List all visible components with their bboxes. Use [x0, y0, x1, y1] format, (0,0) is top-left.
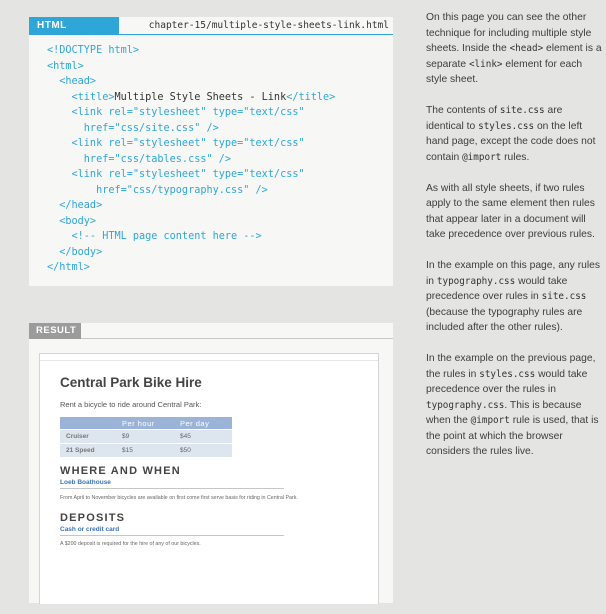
code-line: href="css/tables.css" /> — [47, 153, 232, 165]
page-title: Central Park Bike Hire — [60, 375, 202, 390]
table-row: 21 Speed $15 $50 — [60, 443, 232, 457]
code-line: </body> — [47, 246, 103, 258]
result-panel: RESULT Central Park Bike Hire Rent a bic… — [29, 323, 393, 604]
notes-paragraph: In the example on this page, any rules i… — [426, 260, 601, 333]
code-filename: chapter-15/multiple-style-sheets-link.ht… — [148, 20, 389, 31]
preview-top-rule — [40, 360, 378, 361]
code-listing: <!DOCTYPE html> <html> <head> <title>Mul… — [47, 43, 335, 276]
code-line: <link rel="stylesheet" type="text/css" — [47, 107, 305, 118]
code-panel-header: HTML chapter-15/multiple-style-sheets-li… — [29, 17, 393, 35]
code-line: </head> — [47, 200, 103, 211]
code-line: <body> — [47, 215, 97, 227]
code-line: <title>Multiple Style Sheets - Link</tit… — [47, 91, 336, 103]
code-example-panel: HTML chapter-15/multiple-style-sheets-li… — [29, 17, 393, 286]
rendered-page-preview: Central Park Bike Hire Rent a bicycle to… — [39, 353, 379, 604]
explanatory-notes: On this page you can see the other techn… — [426, 10, 602, 475]
section-text: A $200 deposit is required for the hire … — [60, 541, 201, 547]
pricing-table: Per hour Per day Cruiser $9 $45 21 Speed… — [60, 417, 232, 457]
table-cell: $9 — [116, 429, 174, 444]
table-cell: Cruiser — [60, 429, 116, 444]
code-line: <link rel="stylesheet" type="text/css" — [47, 138, 305, 149]
page-intro: Rent a bicycle to ride around Central Pa… — [60, 400, 202, 409]
table-cell: 21 Speed — [60, 443, 116, 457]
table-header-row: Per hour Per day — [60, 417, 232, 430]
notes-paragraph: On this page you can see the other techn… — [426, 12, 602, 85]
code-line: <head> — [47, 76, 97, 87]
table-header-cell: Per day — [174, 417, 232, 430]
section-heading: WHERE AND WHEN — [60, 465, 181, 477]
code-line: <link rel="stylesheet" type="text/css" — [47, 169, 305, 180]
code-line: href="css/site.css" /> — [47, 122, 219, 134]
code-line: <html> — [47, 60, 84, 72]
table-row: Cruiser $9 $45 — [60, 429, 232, 444]
section-rule — [60, 535, 284, 536]
notes-paragraph: The contents of site.css are identical t… — [426, 105, 596, 163]
table-cell: $15 — [116, 443, 174, 457]
notes-paragraph: As with all style sheets, if two rules a… — [426, 182, 595, 241]
section-subheading: Cash or credit card — [60, 526, 120, 533]
section-subheading: Loeb Boathouse — [60, 479, 111, 486]
section-text: From April to November bicycles are avai… — [60, 495, 298, 501]
table-cell: $45 — [174, 429, 232, 444]
code-line: <!DOCTYPE html> — [47, 45, 140, 56]
notes-paragraph: In the example on the previous page, the… — [426, 353, 599, 457]
code-line: </html> — [47, 262, 90, 273]
result-tag: RESULT — [29, 323, 81, 339]
result-header-rule — [81, 338, 393, 339]
code-line: href="css/typography.css" /> — [47, 184, 268, 196]
table-header-cell: Per hour — [116, 417, 174, 430]
section-rule — [60, 488, 284, 489]
code-language-tag: HTML — [29, 17, 119, 34]
code-line: <!-- HTML page content here --> — [47, 231, 262, 242]
section-heading: DEPOSITS — [60, 512, 126, 524]
table-header-cell — [60, 417, 116, 430]
table-cell: $50 — [174, 443, 232, 457]
